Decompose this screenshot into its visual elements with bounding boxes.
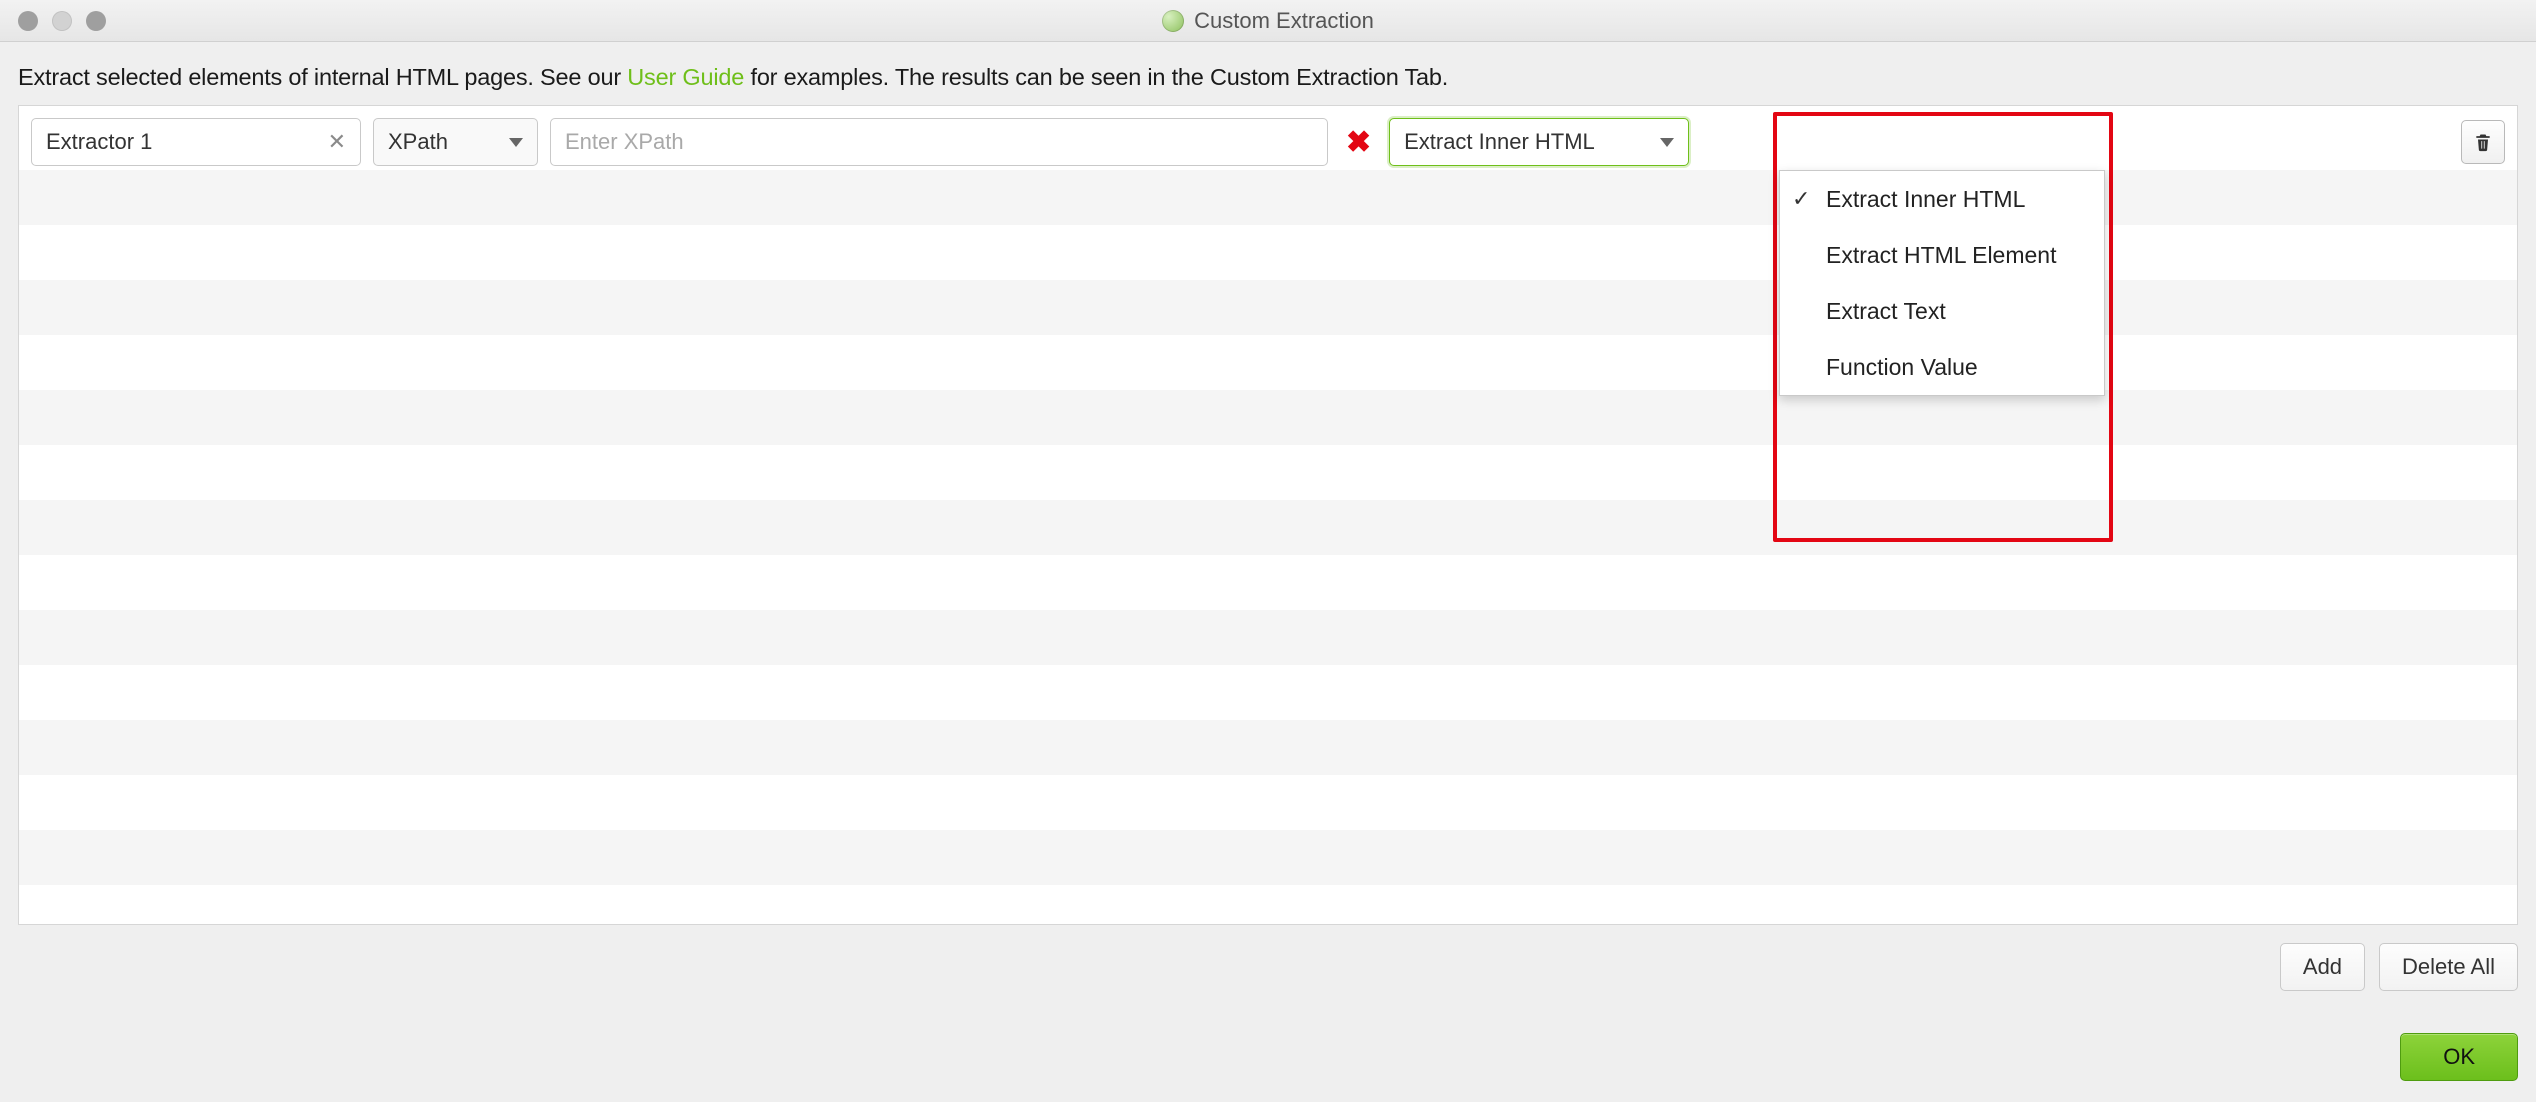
extract-mode-select[interactable]: Extract Inner HTML xyxy=(1389,118,1689,166)
titlebar: Custom Extraction xyxy=(0,0,2536,42)
extractor-row: Extractor 1 ✕ XPath ✖ Extract Inner HTML xyxy=(31,118,2505,166)
dropdown-item-label: Extract HTML Element xyxy=(1826,242,2056,269)
intro-prefix: Extract selected elements of internal HT… xyxy=(18,64,627,90)
trash-icon xyxy=(2473,131,2493,153)
ok-row: OK xyxy=(0,999,2536,1081)
dropdown-item-extract-inner-html[interactable]: ✓ Extract Inner HTML xyxy=(1780,171,2104,227)
clear-name-icon[interactable]: ✕ xyxy=(328,129,346,155)
ok-button[interactable]: OK xyxy=(2400,1033,2518,1081)
dropdown-item-function-value[interactable]: Function Value xyxy=(1780,339,2104,395)
delete-all-button[interactable]: Delete All xyxy=(2379,943,2518,991)
dropdown-item-label: Extract Text xyxy=(1826,298,1946,325)
chevron-down-icon xyxy=(509,138,523,147)
intro-text: Extract selected elements of internal HT… xyxy=(0,42,2536,105)
dropdown-item-extract-text[interactable]: Extract Text xyxy=(1780,283,2104,339)
zoom-window-dot[interactable] xyxy=(86,11,106,31)
dropdown-item-extract-html-element[interactable]: Extract HTML Element xyxy=(1780,227,2104,283)
method-value: XPath xyxy=(388,129,448,155)
xpath-input[interactable] xyxy=(550,118,1328,166)
app-icon xyxy=(1162,10,1184,32)
method-select[interactable]: XPath xyxy=(373,118,538,166)
extractor-name-input[interactable]: Extractor 1 ✕ xyxy=(31,118,361,166)
intro-suffix: for examples. The results can be seen in… xyxy=(750,64,1448,90)
custom-extraction-window: Custom Extraction Extract selected eleme… xyxy=(0,0,2536,1102)
window-title: Custom Extraction xyxy=(1194,8,1374,34)
extract-mode-dropdown: ✓ Extract Inner HTML Extract HTML Elemen… xyxy=(1779,170,2105,396)
delete-row-button[interactable] xyxy=(2461,120,2505,164)
extract-mode-value: Extract Inner HTML xyxy=(1404,129,1595,155)
invalid-xpath-icon: ✖ xyxy=(1340,125,1377,160)
extractor-list: Extractor 1 ✕ XPath ✖ Extract Inner HTML xyxy=(18,105,2518,925)
extractor-name-value: Extractor 1 xyxy=(46,129,152,155)
user-guide-link[interactable]: User Guide xyxy=(627,64,744,90)
window-controls xyxy=(18,11,106,31)
dropdown-item-label: Function Value xyxy=(1826,354,1978,381)
add-button[interactable]: Add xyxy=(2280,943,2365,991)
minimize-window-dot[interactable] xyxy=(52,11,72,31)
check-icon: ✓ xyxy=(1792,186,1810,212)
close-window-dot[interactable] xyxy=(18,11,38,31)
footer-actions: Add Delete All xyxy=(0,925,2536,999)
chevron-down-icon xyxy=(1660,138,1674,147)
dropdown-item-label: Extract Inner HTML xyxy=(1826,186,2025,213)
striped-background xyxy=(19,106,2517,924)
